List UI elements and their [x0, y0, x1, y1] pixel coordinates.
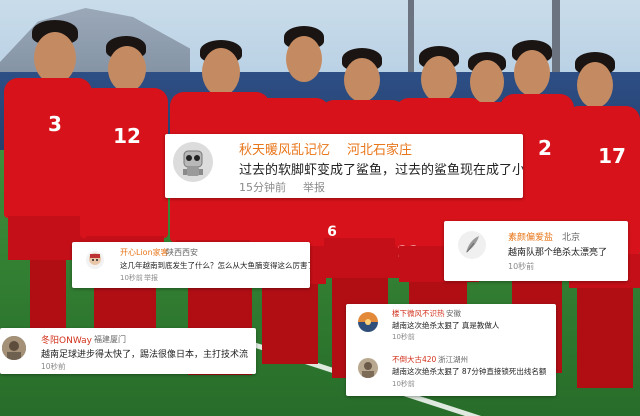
comment-username[interactable]: 素颜偏爱盐: [508, 230, 553, 243]
comment-location: 福建厦门: [94, 335, 126, 344]
comment-time: 10秒前: [41, 362, 66, 371]
comment-card: 开心Lion家客 陕西西安 这几年越南到底发生了什么？怎么从大鱼腩变得这么厉害了…: [72, 242, 310, 288]
comment-text: 越南队那个绝杀太漂亮了: [508, 248, 608, 258]
comment-card: 秋天暖风乱记忆 河北石家庄 过去的软脚虾变成了鲨鱼，过去的鲨鱼现在成了小鱼 15…: [165, 134, 523, 198]
sunset-avatar-icon: [358, 312, 378, 332]
comment-card: 楼下微风不识热 安徽 越南这次绝杀太狠了 真是教做人 10秒前 不倒大古420 …: [346, 304, 556, 396]
comment-location: 陕西西安: [166, 248, 198, 257]
comment-text: 越南这次绝杀太狠了 真是教做人: [392, 321, 500, 330]
comment-username[interactable]: 秋天暖风乱记忆: [239, 139, 330, 158]
comment-time: 10秒前: [392, 333, 415, 341]
comment-text: 过去的软脚虾变成了鲨鱼，过去的鲨鱼现在成了小鱼: [239, 163, 523, 178]
comment-location: 河北石家庄: [347, 143, 413, 158]
jersey-number: 17: [598, 144, 626, 168]
jersey-number: 3: [48, 112, 62, 136]
cartoon-avatar-icon: [86, 251, 104, 269]
jersey-number: 12: [113, 124, 141, 148]
comment-username[interactable]: 开心Lion家客: [120, 247, 169, 258]
photo-avatar-icon: [2, 336, 26, 360]
comment-card: 素颜偏爱盐 北京 越南队那个绝杀太漂亮了 10秒前: [444, 221, 628, 281]
comment-card: 冬阳ONWay 福建厦门 越南足球进步得太快了，踢法很像日本，主打技术流 10秒…: [0, 328, 256, 374]
comment-location: 安徽: [446, 309, 461, 318]
photo-avatar-icon: [358, 358, 378, 378]
jersey-number: 2: [538, 136, 552, 160]
comment-time: 15分钟前: [239, 181, 286, 194]
comment-time: 10秒前: [392, 380, 415, 388]
comment-username[interactable]: 冬阳ONWay: [41, 333, 92, 346]
comment-time: 10秒前: [508, 262, 535, 271]
report-button[interactable]: 举报: [144, 273, 158, 283]
comment-location: 北京: [562, 233, 581, 243]
report-button[interactable]: 举报: [303, 179, 325, 195]
comment-username[interactable]: 楼下微风不识热: [392, 308, 445, 319]
comment-time: 10秒前: [120, 274, 143, 282]
comment-text: 越南足球进步得太快了，踢法很像日本，主打技术流: [41, 350, 249, 360]
feather-avatar-icon: [458, 231, 486, 259]
comment-location: 浙江湖州: [438, 355, 468, 364]
robot-avatar-icon: [173, 142, 213, 182]
comment-username[interactable]: 不倒大古420: [392, 354, 436, 365]
comment-text: 越南这次绝杀太狠了 87分钟直接锁死出线名额: [392, 367, 547, 376]
comment-text: 这几年越南到底发生了什么？怎么从大鱼腩变得这么厉害了: [120, 261, 310, 270]
